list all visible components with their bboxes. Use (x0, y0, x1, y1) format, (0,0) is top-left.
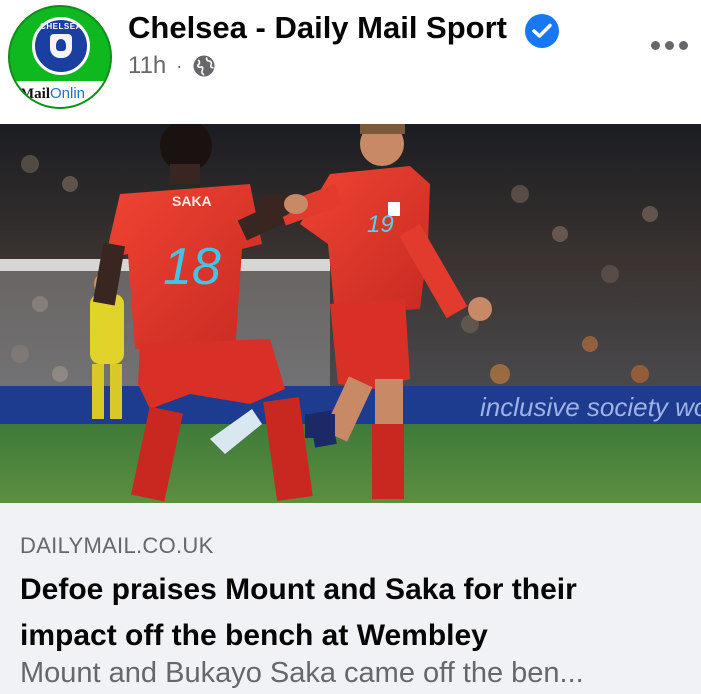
post-photo[interactable]: inclusive society wo SAKA 18 19 (0, 124, 701, 503)
pitch (0, 424, 701, 503)
page-avatar[interactable]: CHELSEA MailOnlin (8, 5, 112, 109)
more-options-icon[interactable] (644, 30, 694, 60)
more-dot (664, 40, 674, 50)
chelsea-crest-icon: CHELSEA (32, 17, 90, 75)
link-domain: DAILYMAIL.CO.UK (20, 533, 214, 558)
post-meta: 11h · (128, 52, 216, 80)
mount-number-text: 19 (367, 211, 394, 238)
mount-hand (284, 194, 308, 214)
crest-text: CHELSEA (40, 22, 82, 31)
meta-separator: · (176, 55, 183, 76)
more-dot (678, 40, 688, 50)
mailonline-logo: MailOnlin (20, 85, 85, 103)
verified-badge-icon (525, 14, 559, 48)
page-name-link[interactable]: Chelsea - Daily Mail Sport (128, 10, 507, 46)
link-description: Mount and Bukayo Saka came off the ben..… (20, 657, 584, 689)
post-timestamp[interactable]: 11h (128, 52, 166, 80)
post-header: CHELSEA MailOnlin Chelsea - Daily Mail S… (0, 0, 701, 124)
link-preview-card[interactable]: DAILYMAIL.CO.UK Defoe praises Mount and … (0, 503, 701, 694)
more-dot (650, 40, 660, 50)
saka-number-text: 18 (163, 238, 221, 296)
saka-name-text: SAKA (172, 193, 212, 209)
link-headline[interactable]: Defoe praises Mount and Saka for their i… (20, 567, 680, 659)
logo-mail-text: Mail (20, 86, 50, 102)
globe-icon[interactable] (192, 54, 216, 78)
logo-online-text: Onlin (50, 85, 86, 102)
ad-board-text: inclusive society wo (480, 392, 701, 422)
lion-icon (50, 34, 72, 58)
